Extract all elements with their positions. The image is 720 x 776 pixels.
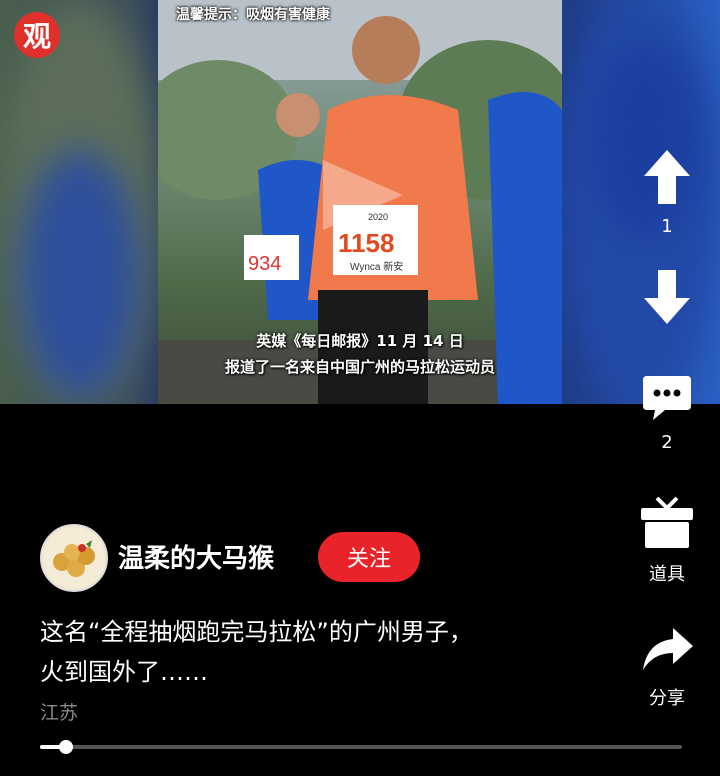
subtitle-line-2: 报道了一名来自中国广州的马拉松运动员 <box>224 358 495 376</box>
author-name[interactable]: 温柔的大马猴 <box>118 538 274 575</box>
app-logo: 观 <box>14 12 60 58</box>
comment-button[interactable]: 2 <box>636 374 698 453</box>
gift-box-icon <box>641 496 693 548</box>
upvote-count: 1 <box>661 216 673 237</box>
description-line-1: 这名“全程抽烟跑完马拉松”的广州男子， <box>40 618 473 646</box>
share-label: 分享 <box>649 688 685 709</box>
arrow-up-icon <box>644 150 690 204</box>
downvote-button[interactable] <box>636 268 698 330</box>
share-button[interactable]: 分享 <box>636 626 698 710</box>
bib-number: 1158 <box>338 228 394 258</box>
health-warning: 温馨提示：吸烟有害健康 <box>176 7 330 23</box>
props-label: 道具 <box>649 564 685 585</box>
follow-button[interactable]: 关注 <box>318 532 420 582</box>
bib-sponsor: Wynca 新安 <box>350 260 403 273</box>
progress-bar[interactable] <box>40 740 682 754</box>
progress-handle[interactable] <box>58 740 73 754</box>
avatar[interactable] <box>40 524 108 592</box>
comment-icon <box>643 376 691 420</box>
share-icon <box>643 628 693 670</box>
runner-bib-partial: 934 <box>248 253 281 275</box>
comment-count: 2 <box>661 432 673 453</box>
post-description: 这名“全程抽烟跑完马拉松”的广州男子， 火到国外了…… <box>40 612 600 692</box>
bib-year: 2020 <box>368 212 388 222</box>
description-line-2: 火到国外了…… <box>40 658 208 686</box>
location-label: 江苏 <box>40 702 79 724</box>
props-button[interactable]: 道具 <box>636 494 698 586</box>
upvote-button[interactable]: 1 <box>636 148 698 237</box>
subtitle-line-1: 英媒《每日邮报》11 月 14 日 <box>256 332 464 350</box>
arrow-down-icon <box>644 270 690 324</box>
